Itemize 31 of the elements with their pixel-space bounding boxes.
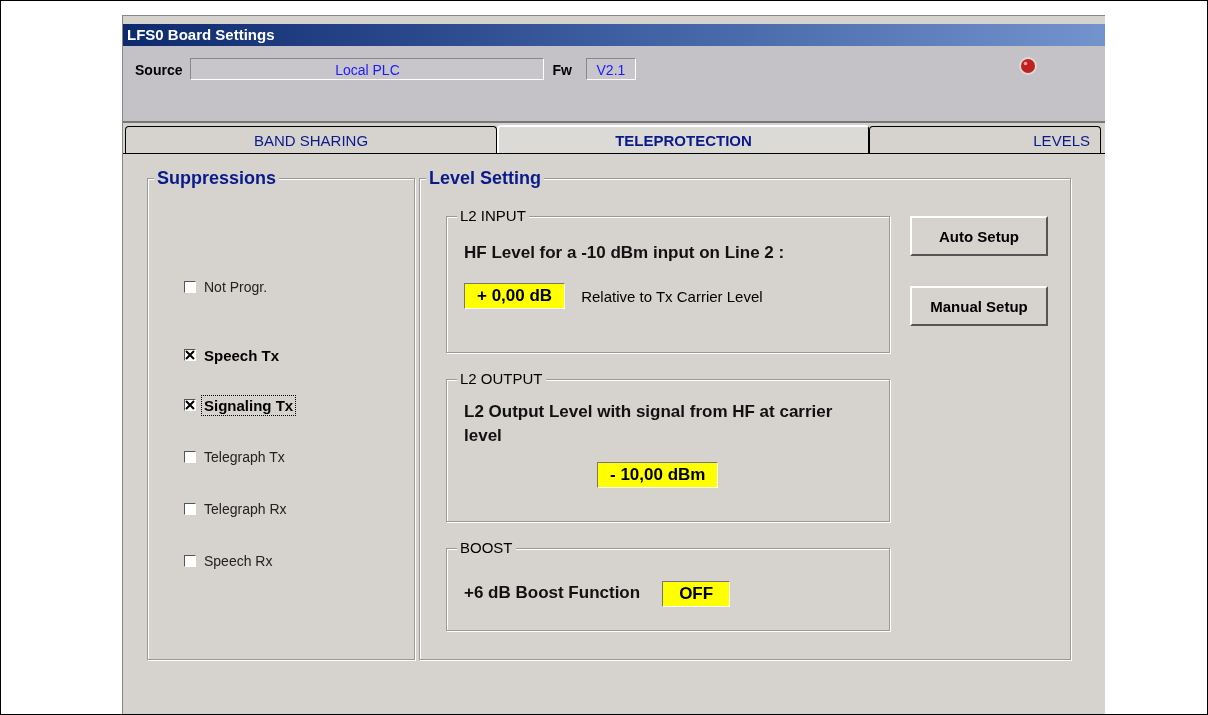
checkbox-label: Speech Rx — [203, 552, 274, 570]
tab[interactable]: BAND SHARING — [125, 126, 497, 153]
checkbox[interactable] — [184, 503, 196, 515]
source-field: Local PLC — [190, 58, 545, 80]
checkbox[interactable] — [184, 451, 196, 463]
checkbox[interactable] — [184, 281, 196, 293]
window-title: LFS0 Board Settings — [123, 24, 1105, 46]
setup-button[interactable]: Manual Setup — [910, 286, 1048, 326]
checkbox[interactable] — [184, 555, 196, 567]
checkbox-label: Telegraph Rx — [203, 500, 288, 518]
boost-label: +6 dB Boost Function — [464, 582, 641, 604]
group-title: Level Setting — [426, 168, 545, 189]
checkbox-label: Not Progr. — [203, 278, 269, 296]
setup-button[interactable]: Auto Setup — [910, 216, 1048, 256]
output-level-value: - 10,00 dBm — [597, 462, 719, 488]
tab[interactable]: LEVELS — [869, 126, 1101, 153]
input-level-heading: HF Level for a -10 dBm input on Line 2 : — [464, 242, 786, 264]
firmware-field: V2.1 — [585, 58, 636, 80]
checkbox[interactable] — [184, 399, 196, 411]
checkbox[interactable] — [184, 349, 196, 361]
boost-value[interactable]: OFF — [662, 581, 731, 607]
source-label: Source — [135, 61, 183, 80]
output-level-heading: L2 Output Level with signal from HF at carrier level — [464, 401, 834, 447]
checkbox-label: Speech Tx — [203, 345, 281, 365]
checkbox-label: Signaling Tx — [202, 395, 296, 415]
firmware-label: Fw — [552, 61, 572, 80]
checkbox-label: Telegraph Tx — [203, 448, 286, 466]
input-level-value: + 0,00 dB — [464, 283, 566, 309]
group-title: Suppressions — [154, 168, 280, 189]
reference-note: Relative to Tx Carrier Level — [581, 287, 763, 305]
tab[interactable]: TELEPROTECTION — [497, 125, 869, 153]
